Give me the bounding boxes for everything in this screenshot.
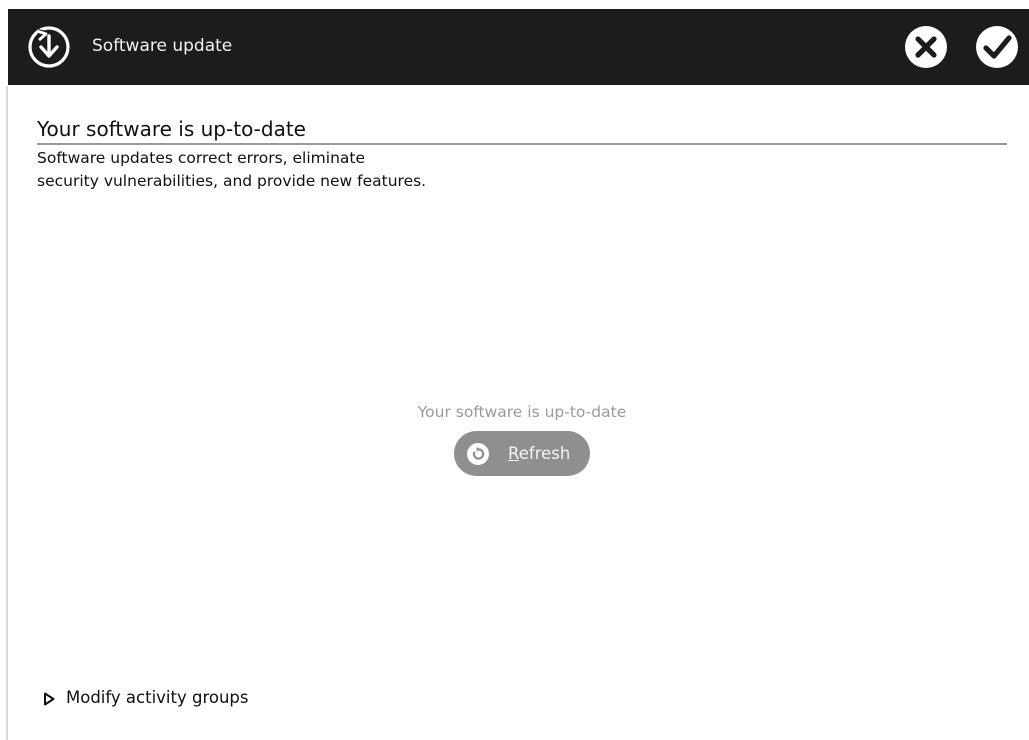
title-bar: Software update: [8, 9, 1029, 85]
description-text: Software updates correct errors, elimina…: [37, 147, 426, 193]
refresh-mnemonic: R: [508, 444, 519, 463]
description-line: security vulnerabilities, and provide ne…: [37, 172, 427, 190]
triangle-right-icon: [44, 692, 55, 706]
window-frame-left: [6, 86, 8, 740]
expander-label: Modify activity groups: [66, 688, 249, 707]
window-frame-top: [0, 0, 1029, 9]
refresh-icon: [467, 443, 489, 465]
checkmark-circle-icon: [976, 26, 1018, 68]
close-button[interactable]: [904, 25, 948, 69]
refresh-button-label: Refresh: [508, 442, 570, 465]
heading-divider: [37, 143, 1007, 145]
confirm-button[interactable]: [975, 25, 1019, 69]
software-update-window: Software update Your software is up-to-d…: [0, 0, 1029, 740]
refresh-label-rest: efresh: [518, 444, 571, 463]
close-circle-icon: [905, 26, 947, 68]
refresh-button[interactable]: Refresh: [454, 431, 590, 476]
section-heading: Your software is up-to-date: [37, 117, 306, 141]
download-update-icon: [28, 26, 70, 68]
description-line: Software updates correct errors, elimina…: [37, 149, 366, 167]
status-message: Your software is up-to-date: [417, 403, 627, 421]
window-title: Software update: [92, 36, 233, 56]
